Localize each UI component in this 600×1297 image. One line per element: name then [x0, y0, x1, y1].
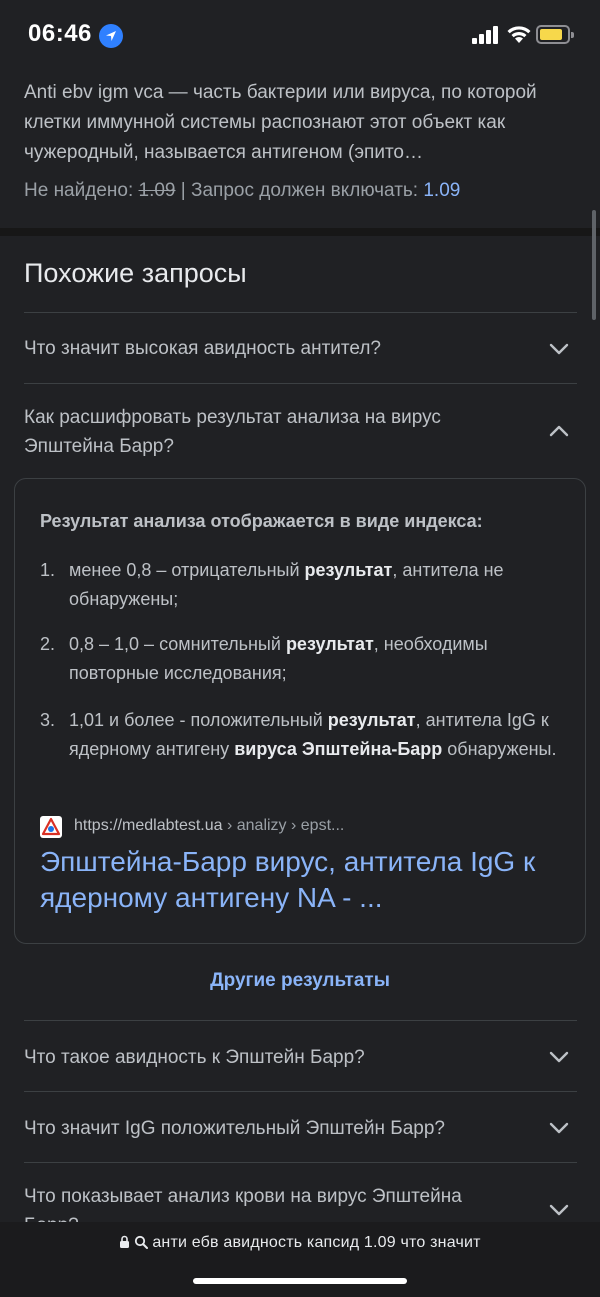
chevron-down-icon [549, 343, 569, 355]
address-query-text: анти ебв авидность капсид 1.09 что значи… [152, 1234, 481, 1251]
item-bold-text: результат [285, 634, 374, 654]
item-number: 2. [40, 634, 56, 654]
search-snippet: Anti ebv igm vca — часть бактерии или ви… [0, 72, 600, 230]
must-include-link[interactable]: 1.09 [423, 180, 460, 201]
must-include-label: | Запрос должен включать: [180, 180, 419, 201]
item-bold-text: результат [304, 560, 393, 580]
item-bold-text: вируса Эпштейна-Барр [234, 739, 443, 759]
battery-icon [536, 25, 574, 44]
item-number: 3. [40, 710, 56, 730]
question-text: Что такое авидность к Эпштейн Барр? [24, 1047, 365, 1068]
chevron-down-icon [549, 1122, 569, 1134]
source-title-link[interactable]: Эпштейна-Барр вирус, антитела IgG к ядер… [40, 844, 560, 916]
related-questions-title: Похожие запросы [24, 258, 247, 288]
cellular-signal-icon [472, 26, 500, 44]
status-time: 06:46 [28, 20, 92, 47]
missing-terms: Не найдено: 1.09 | Запрос должен включат… [24, 180, 460, 202]
question-text: Что значит высокая авидность антител? [24, 338, 381, 359]
related-question-1[interactable]: Что значит высокая авидность антител? [24, 312, 577, 384]
more-results-link[interactable]: Другие результаты [0, 970, 600, 992]
related-question-4[interactable]: Что значит IgG положительный Эпштейн Бар… [24, 1091, 577, 1163]
source-url: https://medlabtest.ua › analizy › epst..… [74, 817, 344, 835]
section-divider [0, 228, 600, 236]
location-arrow-icon [99, 24, 123, 48]
related-question-3[interactable]: Что такое авидность к Эпштейн Барр? [24, 1020, 577, 1092]
missing-label: Не найдено: [24, 180, 134, 201]
chevron-up-icon [549, 425, 569, 437]
item-text: 0,8 – 1,0 – сомнительный [69, 634, 286, 654]
status-bar: 06:46 [0, 0, 600, 72]
home-indicator[interactable] [193, 1278, 407, 1284]
item-text: менее 0,8 – отрицательный [69, 560, 305, 580]
question-text: Что значит IgG положительный Эпштейн Бар… [24, 1118, 445, 1139]
browser-address-bar[interactable]: анти ебв авидность капсид 1.09 что значи… [0, 1222, 600, 1297]
answer-card: Результат анализа отображается в виде ин… [14, 478, 586, 944]
question-text: Что показывает анализ крови на вирус Эпш… [24, 1186, 462, 1222]
source-domain: https://medlabtest.ua [74, 817, 223, 834]
chevron-down-icon [549, 1204, 569, 1216]
source-breadcrumbs: › analizy › epst... [222, 817, 345, 834]
missing-term: 1.09 [138, 180, 176, 201]
address-text-row[interactable]: анти ебв авидность капсид 1.09 что значи… [0, 1234, 600, 1252]
related-question-5[interactable]: Что показывает анализ крови на вирус Эпш… [24, 1162, 577, 1222]
search-icon [135, 1235, 149, 1249]
scrollbar[interactable] [592, 210, 596, 320]
lock-icon [120, 1235, 130, 1248]
answer-heading: Результат анализа отображается в виде ин… [40, 511, 483, 531]
item-text: обнаружены. [442, 739, 557, 759]
question-text: Как расшифровать результат анализа на ви… [24, 407, 441, 457]
wifi-icon [507, 26, 531, 43]
snippet-text: Anti ebv igm vca — часть бактерии или ви… [24, 82, 537, 163]
item-bold-text: результат [327, 710, 416, 730]
site-favicon-icon [40, 816, 62, 838]
item-number: 1. [40, 560, 56, 580]
related-question-2[interactable]: Как расшифровать результат анализа на ви… [24, 383, 577, 477]
chevron-down-icon [549, 1051, 569, 1063]
item-text: 1,01 и более - положительный [69, 710, 328, 730]
